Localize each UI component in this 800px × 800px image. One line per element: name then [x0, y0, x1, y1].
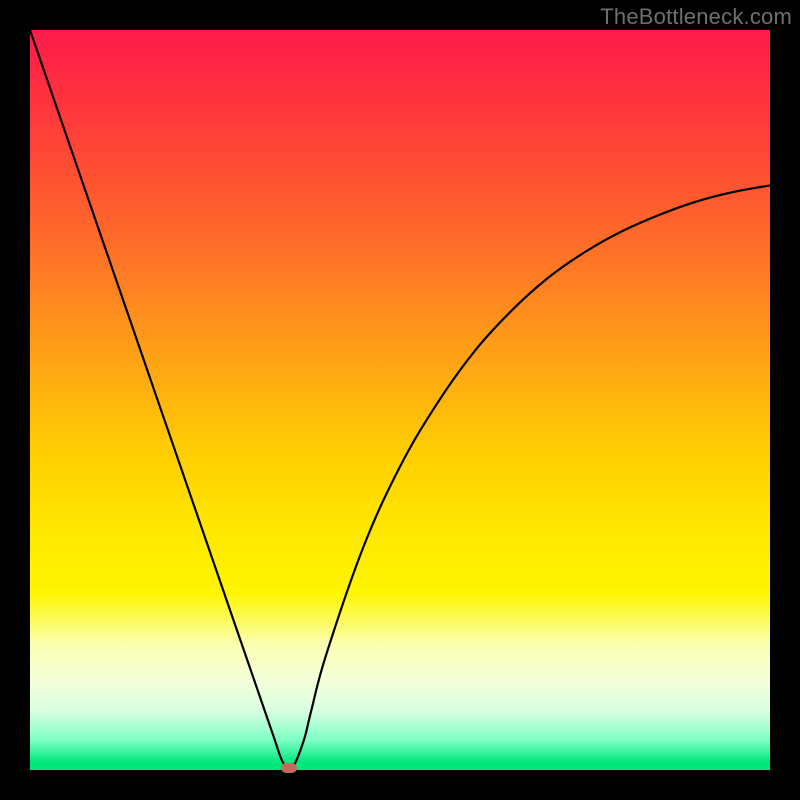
plot-area — [30, 30, 770, 770]
chart-frame: TheBottleneck.com — [0, 0, 800, 800]
bottleneck-curve — [30, 30, 770, 770]
optimum-marker — [281, 763, 297, 773]
watermark-text: TheBottleneck.com — [600, 4, 792, 30]
